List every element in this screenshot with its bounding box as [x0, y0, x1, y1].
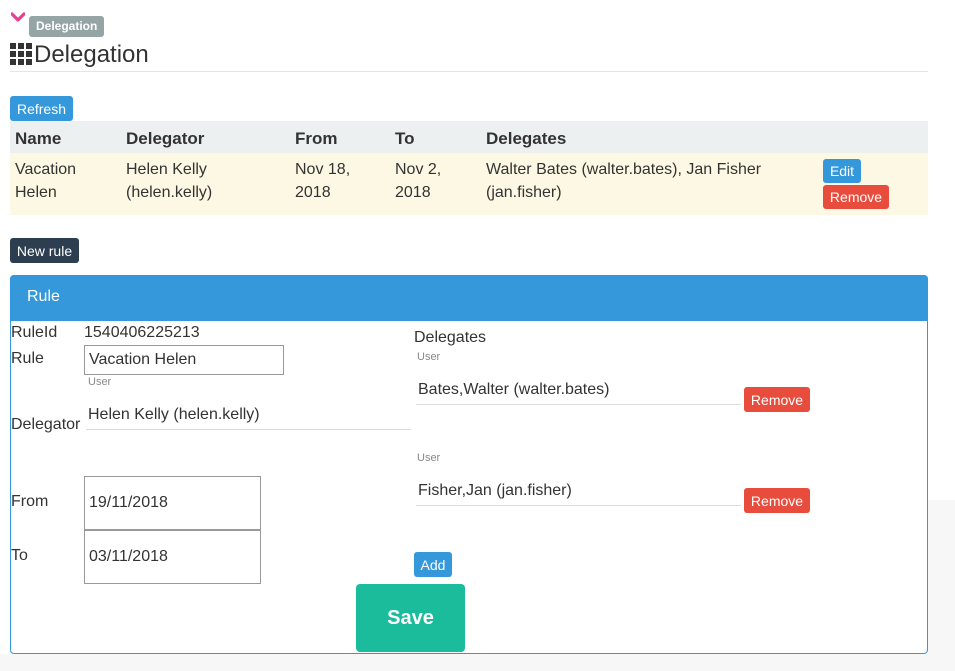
- delegates-label: Delegates: [414, 329, 487, 346]
- cell-from-line: 2018: [295, 184, 331, 201]
- from-label: From: [11, 493, 49, 510]
- delegation-badge: Delegation: [29, 16, 105, 37]
- edit-button[interactable]: Edit: [823, 159, 861, 183]
- ruleid-value: 1540406225213: [84, 324, 200, 341]
- remove-rule-button[interactable]: Remove: [823, 185, 889, 209]
- rule-panel-header: [10, 275, 928, 321]
- cell-name-line: Helen: [15, 184, 57, 201]
- ruleid-label: RuleId: [11, 324, 58, 341]
- cell-name-line: Vacation: [15, 161, 77, 178]
- new-rule-button[interactable]: New rule: [10, 238, 79, 263]
- delegate-user-caption: User: [417, 351, 441, 363]
- grid-icon: [10, 43, 32, 65]
- delegate-user-caption: User: [417, 452, 441, 464]
- from-date-input[interactable]: [84, 476, 261, 530]
- background-strip: [0, 654, 955, 671]
- delegate-input[interactable]: [416, 375, 741, 405]
- to-date-input[interactable]: [84, 530, 261, 584]
- title-divider: [10, 71, 928, 72]
- delegate-input[interactable]: [416, 476, 741, 506]
- column-header-from: From: [295, 129, 338, 148]
- delegator-user-caption: User: [88, 376, 112, 388]
- column-header-delegates: Delegates: [486, 129, 567, 148]
- cell-to-line: 2018: [395, 184, 431, 201]
- rule-panel-title: Rule: [27, 288, 60, 305]
- save-button[interactable]: Save: [356, 584, 465, 652]
- cell-delegator-line: (helen.kelly): [126, 184, 213, 201]
- remove-delegate-button[interactable]: Remove: [744, 488, 810, 513]
- to-label: To: [11, 547, 28, 564]
- column-header-name: Name: [15, 129, 62, 148]
- page-title: Delegation: [34, 41, 149, 68]
- rule-name-input[interactable]: [84, 345, 284, 375]
- background-panel: [928, 500, 955, 671]
- cell-delegates: Walter Bates (walter.bates), Jan Fisher …: [486, 158, 761, 204]
- cell-to: Nov 2, 2018: [395, 158, 441, 204]
- cell-delegates-line: Walter Bates (walter.bates), Jan Fisher: [486, 161, 762, 178]
- remove-delegate-button[interactable]: Remove: [744, 387, 810, 412]
- delegator-label: Delegator: [11, 416, 81, 433]
- cell-delegates-line: (jan.fisher): [486, 184, 562, 201]
- cell-delegator: Helen Kelly (helen.kelly): [126, 158, 212, 204]
- cell-delegator-line: Helen Kelly: [126, 161, 207, 178]
- column-header-delegator: Delegator: [126, 129, 205, 148]
- delegator-input[interactable]: [86, 400, 411, 430]
- cell-from: Nov 18, 2018: [295, 158, 350, 204]
- rule-label: Rule: [11, 350, 44, 367]
- cell-from-line: Nov 18,: [295, 161, 351, 178]
- refresh-button[interactable]: Refresh: [10, 96, 73, 121]
- cell-name: Vacation Helen: [15, 158, 76, 204]
- chevron-down-icon[interactable]: [11, 12, 25, 24]
- add-delegate-button[interactable]: Add: [414, 552, 452, 577]
- cell-to-line: Nov 2,: [395, 161, 442, 178]
- column-header-to: To: [395, 129, 415, 148]
